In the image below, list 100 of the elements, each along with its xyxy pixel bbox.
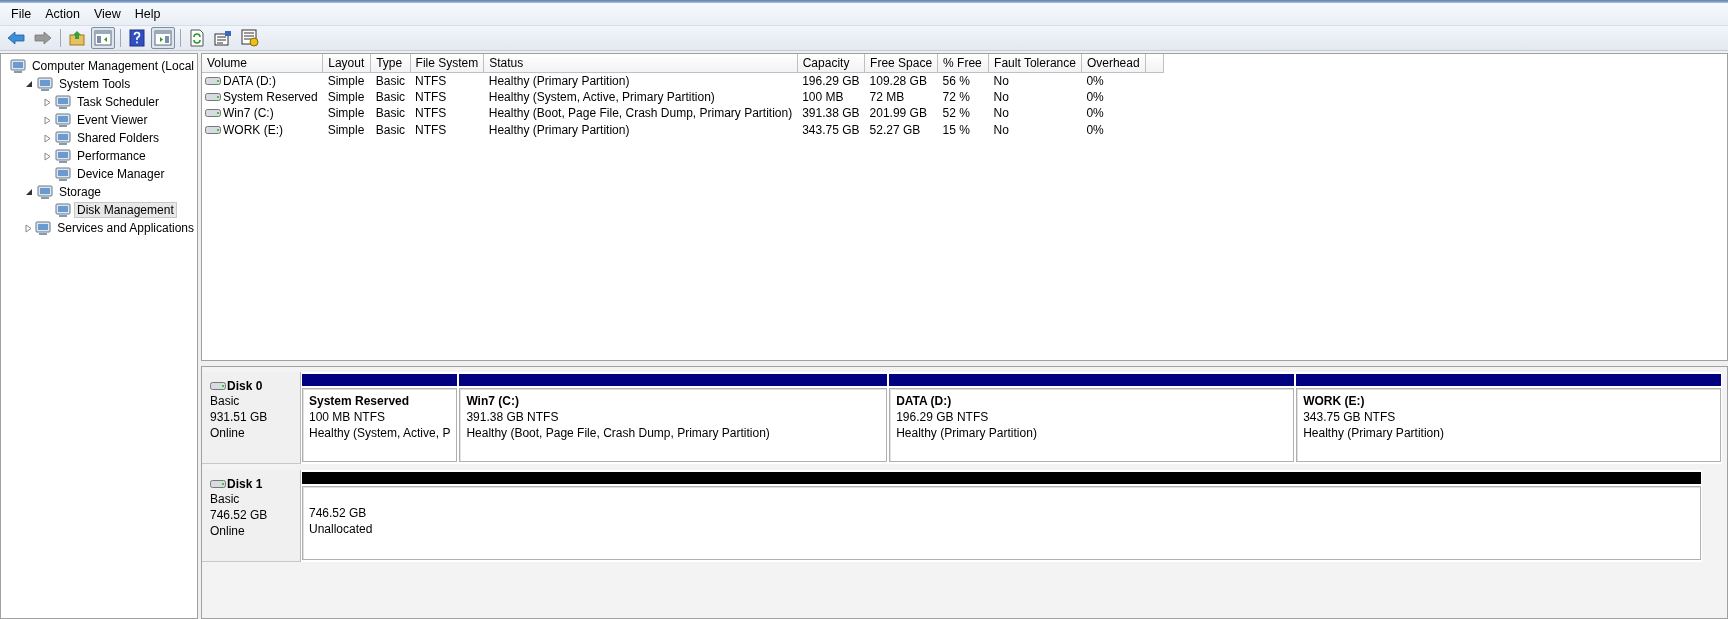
column-header[interactable]: Overhead	[1081, 54, 1146, 72]
partition-size: 746.52 GB	[309, 505, 367, 521]
table-cell: 56 %	[942, 73, 970, 88]
disk-size: 931.51 GB	[210, 409, 269, 425]
table-cell: 343.75 GB	[802, 122, 860, 137]
table-cell: Basic	[375, 106, 406, 121]
table-cell: 72 %	[942, 89, 970, 104]
table-cell: Simple	[327, 89, 365, 104]
column-header[interactable]: Type	[370, 54, 411, 72]
table-cell: 201.99 GB	[869, 106, 927, 121]
drive-icon	[205, 92, 221, 101]
table-cell: 0%	[1086, 89, 1104, 104]
table-cell: Healthy (System, Active, Primary Partition)	[488, 89, 715, 104]
partition-block[interactable]: DATA (D:) 196.29 GB NTFS Healthy (Primary Partition)	[889, 388, 1295, 462]
drive-icon	[210, 480, 226, 488]
column-header[interactable]: Status	[483, 54, 798, 72]
tree-item[interactable]: Disk Management	[74, 202, 177, 218]
column-header[interactable]: Fault Tolerance	[988, 54, 1082, 72]
drive-icon	[205, 125, 221, 134]
partition-name: Win7 (C:)	[466, 393, 519, 409]
node-icon	[55, 94, 71, 110]
tree-item[interactable]: Device Manager	[74, 166, 168, 182]
partition-size: 391.38 GB NTFS	[466, 409, 559, 425]
table-cell: DATA (D:)	[223, 73, 276, 88]
table-cell: Simple	[327, 73, 365, 88]
table-cell: Healthy (Boot, Page File, Crash Dump, Primary Partition)	[488, 106, 793, 121]
table-cell: No	[993, 89, 1009, 104]
partition-block[interactable]: System Reserved 100 MB NTFS Healthy (System, Active, P	[302, 388, 458, 462]
table-cell: 196.29 GB	[802, 73, 860, 88]
drive-icon	[205, 76, 221, 85]
drive-icon	[205, 109, 221, 118]
tree-item[interactable]: Storage	[56, 184, 105, 200]
table-cell: 72 MB	[869, 89, 905, 104]
column-header[interactable]: Capacity	[797, 54, 865, 72]
table-cell: System Reserved	[223, 89, 318, 104]
table-cell: NTFS	[415, 89, 447, 104]
expand-arrow-icon[interactable]	[42, 115, 52, 125]
table-cell: No	[993, 106, 1009, 121]
table-cell: 391.38 GB	[802, 106, 860, 121]
column-header[interactable]: File System	[410, 54, 484, 72]
partition-block[interactable]: Win7 (C:) 391.38 GB NTFS Healthy (Boot, Page File, Crash Dump, Primary Partition)	[459, 388, 888, 462]
table-cell: No	[993, 73, 1009, 88]
node-icon	[55, 166, 71, 182]
tree-item[interactable]: Shared Folders	[74, 130, 163, 146]
partition-block[interactable]: 746.52 GB Unallocated	[302, 486, 1701, 560]
table-cell: 0%	[1086, 122, 1104, 137]
column-header[interactable]: % Free	[937, 54, 989, 72]
partition-block[interactable]: WORK (E:) 343.75 GB NTFS Healthy (Primary Partition)	[1296, 388, 1721, 462]
expand-arrow-icon[interactable]	[42, 151, 52, 161]
column-header[interactable]: Layout	[322, 54, 371, 72]
disk-type: Basic	[210, 393, 241, 409]
menu-item[interactable]: Action	[38, 5, 87, 23]
disk-status: Online	[210, 425, 246, 441]
partition-name: WORK (E:)	[1303, 393, 1365, 409]
menu-item[interactable]: File	[4, 5, 39, 23]
table-cell: Simple	[327, 106, 365, 121]
table-cell: NTFS	[415, 122, 447, 137]
table-cell: Healthy (Primary Partition)	[488, 73, 630, 88]
table-cell: Basic	[375, 122, 406, 137]
table-cell: 15 %	[942, 122, 970, 137]
node-icon	[55, 148, 71, 164]
tree-item[interactable]: System Tools	[56, 76, 134, 92]
node-icon	[37, 184, 53, 200]
table-cell: Win7 (C:)	[223, 106, 274, 121]
node-icon	[55, 130, 71, 146]
expand-arrow-icon[interactable]	[42, 97, 52, 107]
node-icon	[35, 220, 52, 236]
tree-item[interactable]: Services and Applications	[54, 220, 197, 236]
help-button[interactable]	[126, 27, 148, 49]
collapse-arrow-icon[interactable]	[24, 187, 34, 197]
node-icon	[37, 76, 53, 92]
table-cell: 109.28 GB	[869, 73, 927, 88]
partition-size: 343.75 GB NTFS	[1303, 409, 1396, 425]
menu-item[interactable]: View	[86, 5, 128, 23]
table-cell: NTFS	[415, 73, 447, 88]
node-icon	[55, 202, 71, 218]
expand-arrow-icon[interactable]	[23, 223, 33, 233]
partition-status: Healthy (System, Active, P	[309, 425, 451, 441]
table-cell: No	[993, 122, 1009, 137]
tree-item[interactable]: Performance	[74, 148, 149, 164]
tree-item[interactable]: Task Scheduler	[74, 94, 163, 110]
console-tree-toggle[interactable]	[91, 27, 115, 49]
menu-item[interactable]: Help	[127, 5, 168, 23]
disk-type: Basic	[210, 491, 241, 507]
disk-status: Online	[210, 523, 246, 539]
column-header[interactable]: Free Space	[864, 54, 938, 72]
node-icon	[9, 58, 26, 74]
table-cell: 0%	[1086, 106, 1104, 121]
partition-size: 100 MB NTFS	[309, 409, 386, 425]
tree-item[interactable]: Computer Management (Local	[28, 58, 197, 74]
expand-arrow-icon[interactable]	[42, 133, 52, 143]
action-pane-toggle[interactable]	[151, 27, 175, 49]
partition-status: Healthy (Primary Partition)	[896, 425, 1037, 441]
settings-button[interactable]	[238, 27, 262, 49]
table-cell: NTFS	[415, 106, 447, 121]
node-icon	[55, 112, 71, 128]
collapse-arrow-icon[interactable]	[24, 79, 34, 89]
tree-item[interactable]: Event Viewer	[74, 112, 151, 128]
table-cell: 0%	[1086, 73, 1104, 88]
column-header[interactable]: Volume	[202, 54, 323, 72]
